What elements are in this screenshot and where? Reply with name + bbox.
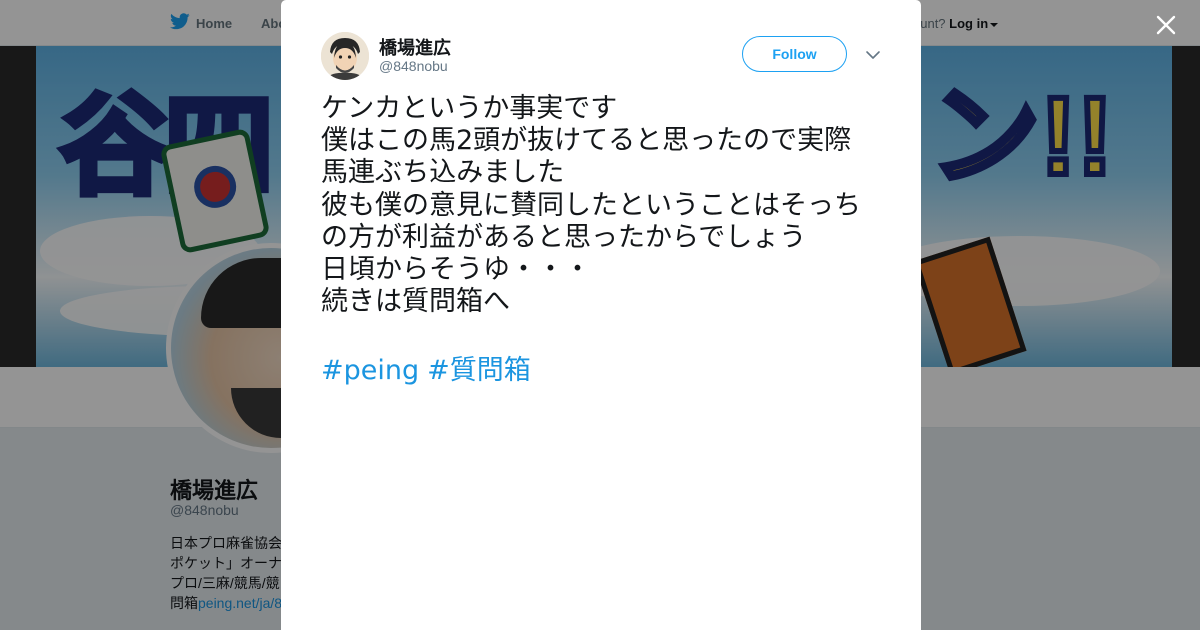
tweet-line: 日頃からそうゆ・・・ bbox=[321, 254, 591, 286]
tweet-text: ケンカというか事実です 僕はこの馬2頭が抜けてると思ったので実際 馬連ぶち込みま… bbox=[321, 93, 891, 318]
tweet-line: 馬連ぶち込みました bbox=[321, 157, 565, 189]
tweet-line: 続きは質問箱へ bbox=[321, 286, 510, 318]
author-name[interactable]: 橋場進広 bbox=[379, 34, 451, 60]
close-icon[interactable] bbox=[1153, 12, 1179, 38]
chevron-down-icon[interactable] bbox=[865, 48, 881, 60]
author-handle[interactable]: @848nobu bbox=[379, 58, 448, 74]
tweet-line: 僕はこの馬2頭が抜けてると思ったので実際 bbox=[321, 125, 852, 157]
tweet-line: 彼も僕の意見に賛同したということはそっち bbox=[321, 189, 861, 221]
follow-button[interactable]: Follow bbox=[742, 36, 847, 72]
author-avatar[interactable] bbox=[321, 32, 369, 80]
tweet-hashtags: #peing #質問箱 bbox=[321, 348, 539, 387]
tweet-line: の方が利益があると思ったからでしょう bbox=[321, 221, 807, 253]
tweet-line: ケンカというか事実です bbox=[321, 93, 618, 124]
tweet-modal: 橋場進広 @848nobu Follow ケンカというか事実です 僕はこの馬2頭… bbox=[281, 0, 921, 630]
hashtag-link[interactable]: #質問箱 bbox=[427, 355, 531, 386]
hashtag-link[interactable]: #peing bbox=[321, 355, 419, 386]
